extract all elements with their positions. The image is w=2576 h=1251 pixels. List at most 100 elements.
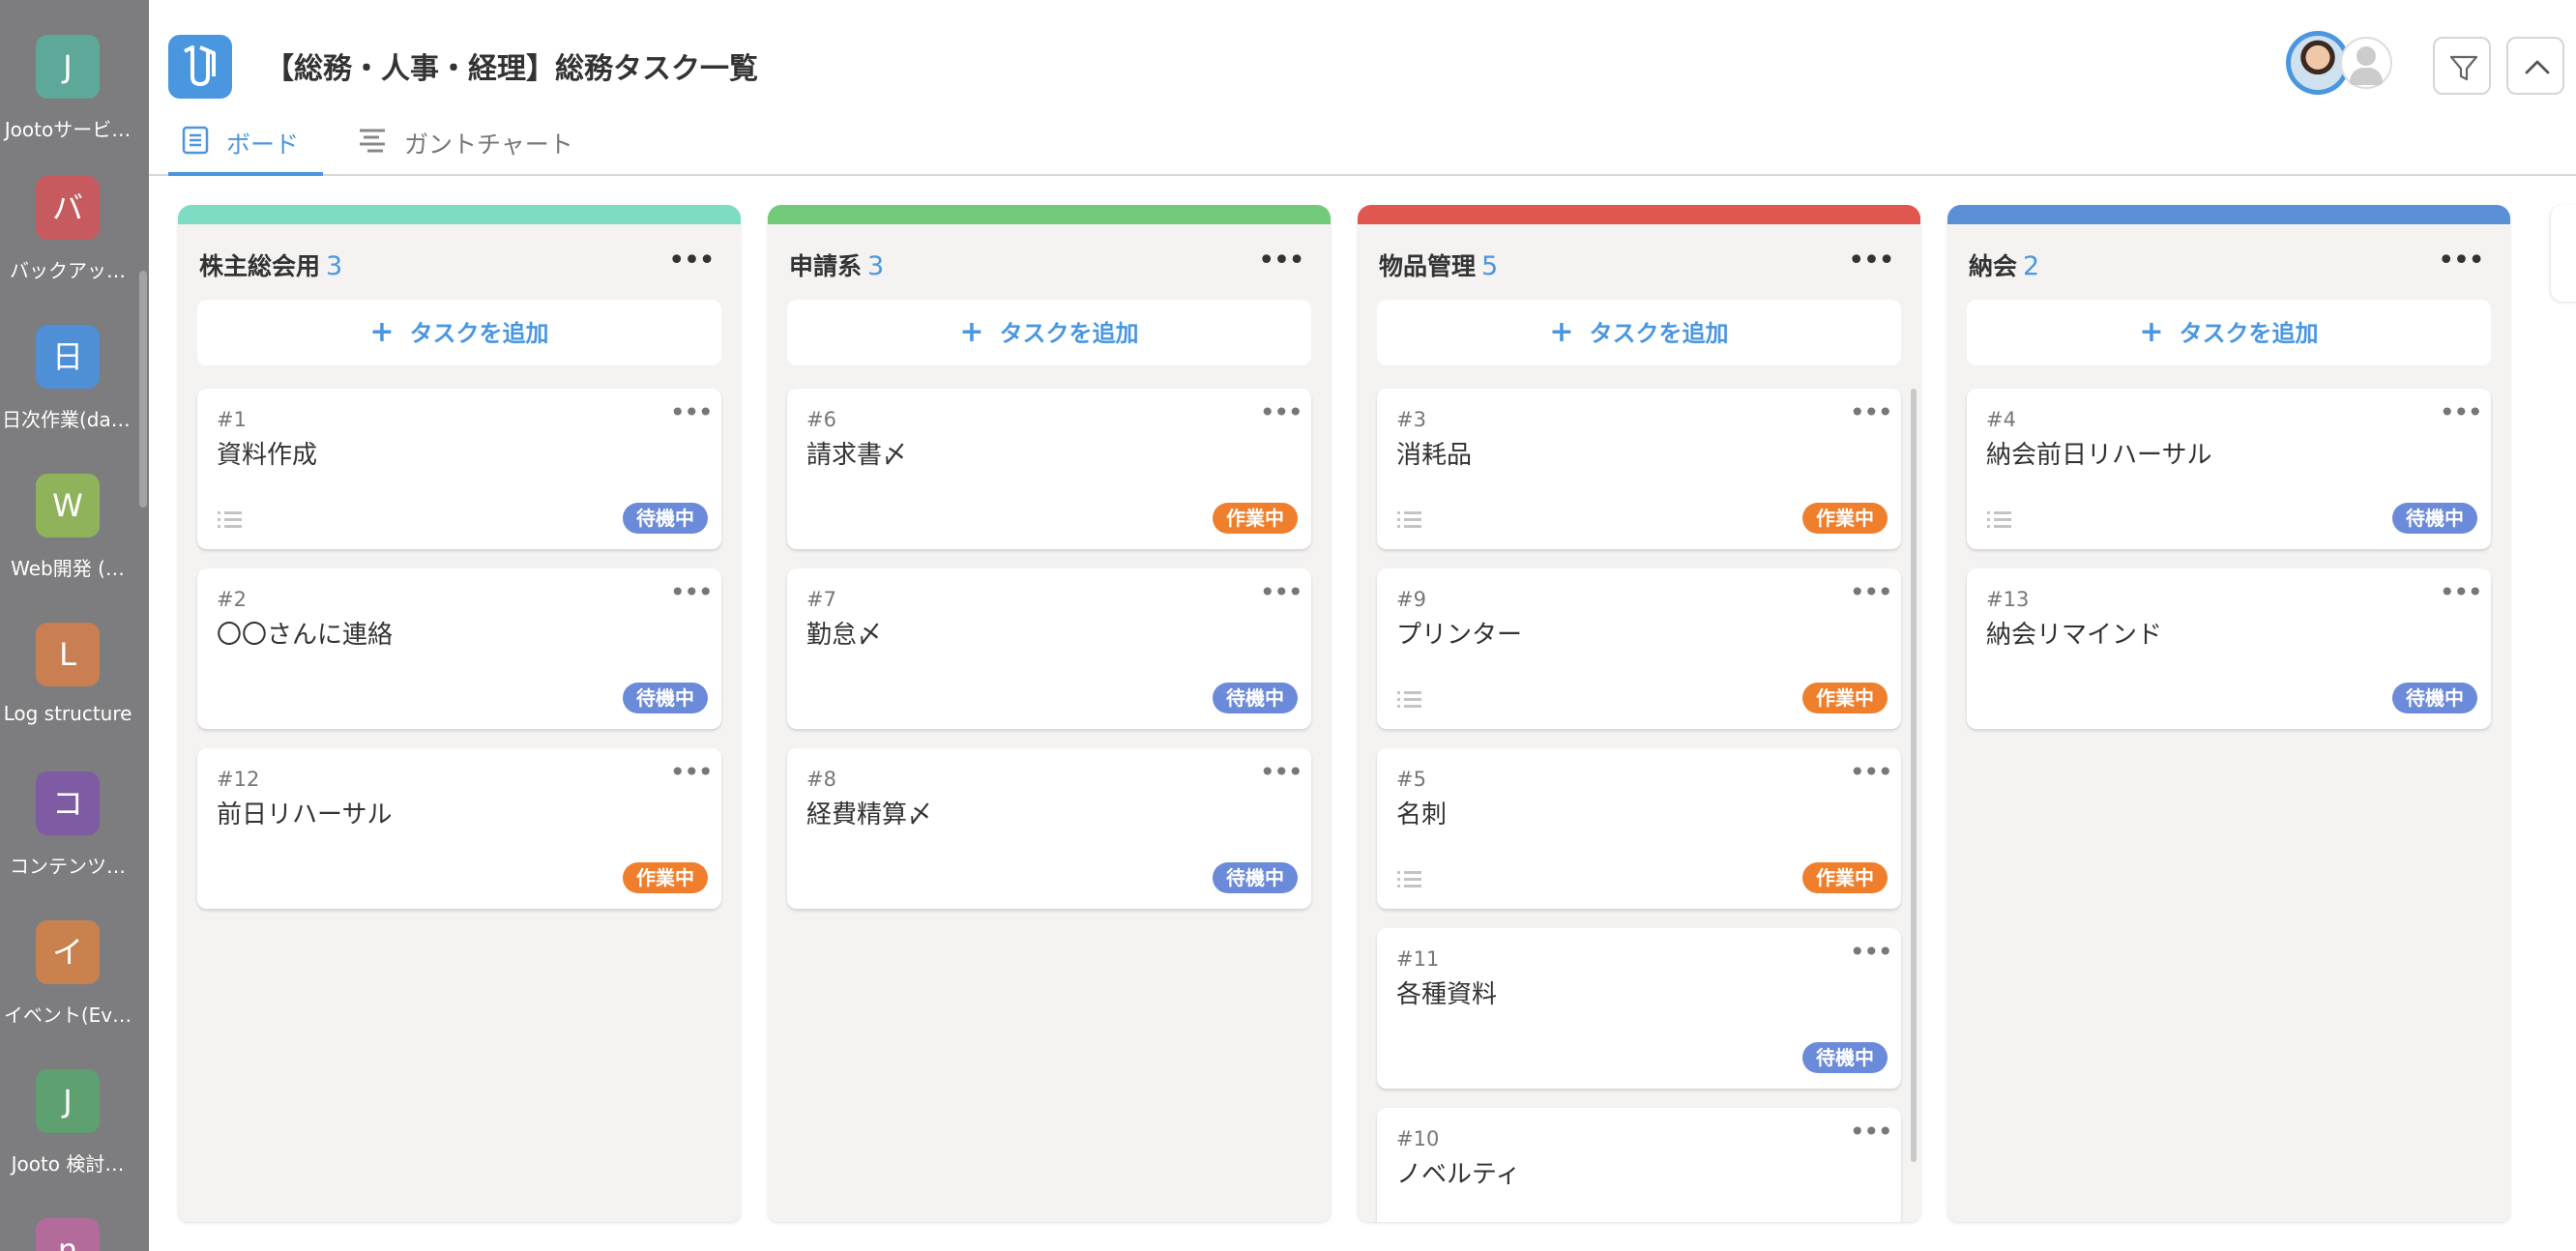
task-menu-icon[interactable]: ••• <box>1849 936 1893 968</box>
avatar-placeholder-icon[interactable] <box>2340 37 2392 89</box>
add-task-button[interactable]: + タスクを追加 <box>1967 300 2491 365</box>
task-menu-icon[interactable]: ••• <box>1849 1116 1893 1148</box>
project-avatar-icon: J <box>36 35 100 99</box>
status-badge[interactable]: 作業中 <box>1213 503 1298 534</box>
column-title[interactable]: 納会 2 <box>1969 247 2039 282</box>
project-avatar-icon: バ <box>36 176 100 240</box>
project-avatar-icon: L <box>36 623 100 686</box>
task-title: 経費精算〆 <box>806 800 933 829</box>
column-name: 申請系 <box>789 252 863 280</box>
task-card[interactable]: #2 〇〇さんに連絡 ••• 待機中 <box>197 568 721 729</box>
task-menu-icon[interactable]: ••• <box>1259 396 1303 428</box>
add-task-button[interactable]: + タスクを追加 <box>1377 300 1901 365</box>
status-badge[interactable]: 作業中 <box>1802 503 1888 534</box>
status-badge[interactable]: 待機中 <box>623 503 708 534</box>
task-number: #2 <box>217 588 247 611</box>
checklist-icon <box>217 509 244 536</box>
board-icon <box>182 126 209 160</box>
sidebar-item-label: コンテンツ… <box>10 855 126 878</box>
task-list-column: 納会 2 ••• + タスクを追加 #4 納会前日リハーサル ••• 待機中 #13 納会リマインド… <box>1947 205 2510 1222</box>
add-task-button[interactable]: + タスクを追加 <box>787 300 1311 365</box>
column-task-count: 3 <box>867 251 885 281</box>
checklist-icon <box>1396 688 1423 715</box>
card-list: #6 請求書〆 ••• 作業中 #7 勤怠〆 ••• 待機中 #8 経費精算〆 ••• 待機中 <box>787 389 1311 928</box>
column-menu-icon[interactable]: ••• <box>1258 247 1305 276</box>
column-menu-icon[interactable]: ••• <box>1848 247 1895 276</box>
card-list: #3 消耗品 ••• 作業中 #9 プリンター ••• 作業中 #5 名刺 ••• 作業中 #11 各種資… <box>1377 389 1901 1222</box>
status-badge[interactable]: 待機中 <box>2392 683 2477 713</box>
task-menu-icon[interactable]: ••• <box>669 756 714 788</box>
member-avatars[interactable] <box>2286 31 2402 95</box>
task-card[interactable]: #7 勤怠〆 ••• 待機中 <box>787 568 1311 729</box>
sidebar-scrollbar[interactable] <box>139 271 147 508</box>
filter-button[interactable] <box>2433 37 2491 95</box>
sidebar-item-label: バックアッ… <box>10 259 126 282</box>
task-menu-icon[interactable]: ••• <box>1849 576 1893 608</box>
task-menu-icon[interactable]: ••• <box>669 396 714 428</box>
task-menu-icon[interactable]: ••• <box>1259 756 1303 788</box>
add-list-stub[interactable] <box>2551 205 2576 302</box>
task-card[interactable]: #10 ノベルティ ••• <box>1377 1108 1901 1222</box>
status-badge[interactable]: 待機中 <box>623 683 708 713</box>
sidebar-project-item[interactable]: W Web開発 (… <box>0 474 135 581</box>
task-list-column: 申請系 3 ••• + タスクを追加 #6 請求書〆 ••• 作業中 #7 勤怠〆 ••• 待機中 #8 経… <box>768 205 1331 1222</box>
status-badge[interactable]: 待機中 <box>1213 683 1298 713</box>
task-card[interactable]: #12 前日リハーサル ••• 作業中 <box>197 748 721 909</box>
column-title[interactable]: 株主総会用 3 <box>199 247 342 282</box>
task-card[interactable]: #3 消耗品 ••• 作業中 <box>1377 389 1901 549</box>
status-badge[interactable]: 作業中 <box>623 862 708 893</box>
project-avatar-icon: コ <box>36 771 100 835</box>
tab-gantt[interactable]: ガントチャート <box>358 118 580 176</box>
task-card[interactable]: #11 各種資料 ••• 待機中 <box>1377 928 1901 1089</box>
plus-icon: + <box>959 315 984 349</box>
task-card[interactable]: #4 納会前日リハーサル ••• 待機中 <box>1967 389 2491 549</box>
task-menu-icon[interactable]: ••• <box>2439 396 2483 428</box>
task-menu-icon[interactable]: ••• <box>1849 756 1893 788</box>
column-scrollbar[interactable] <box>1911 389 1917 1162</box>
status-badge[interactable]: 待機中 <box>1213 862 1298 893</box>
task-card[interactable]: #1 資料作成 ••• 待機中 <box>197 389 721 549</box>
sidebar-project-item[interactable]: J Jooto 検討… <box>0 1069 135 1177</box>
sidebar-project-item[interactable]: ココンテンツ… <box>0 771 135 879</box>
sidebar-project-item[interactable]: ババックアッ… <box>0 176 135 283</box>
sidebar-project-item[interactable]: n <box>0 1218 135 1251</box>
sidebar-project-item[interactable]: イイベント(Ev… <box>0 920 135 1028</box>
task-card[interactable]: #8 経費精算〆 ••• 待機中 <box>787 748 1311 909</box>
gantt-icon <box>358 126 387 160</box>
project-sidebar: J Jootoサービ… ババックアッ… 日日次作業(dai… W Web開発 (… L Log… <box>0 0 149 1251</box>
task-number: #3 <box>1396 408 1426 431</box>
project-avatar-icon: 日 <box>36 325 100 389</box>
task-card[interactable]: #13 納会リマインド ••• 待機中 <box>1967 568 2491 729</box>
task-menu-icon[interactable]: ••• <box>1259 576 1303 608</box>
column-title[interactable]: 申請系 3 <box>789 247 884 282</box>
add-task-button[interactable]: + タスクを追加 <box>197 300 721 365</box>
sidebar-project-item[interactable]: 日日次作業(dai… <box>0 325 135 432</box>
status-badge[interactable]: 作業中 <box>1802 862 1888 893</box>
checklist-icon <box>1396 868 1423 895</box>
task-title: 前日リハーサル <box>217 800 393 829</box>
status-badge[interactable]: 待機中 <box>1802 1042 1888 1073</box>
task-menu-icon[interactable]: ••• <box>669 576 714 608</box>
sidebar-project-item[interactable]: J Jootoサービ… <box>0 35 135 142</box>
column-menu-icon[interactable]: ••• <box>668 247 716 276</box>
column-title[interactable]: 物品管理 5 <box>1379 247 1498 282</box>
status-badge[interactable]: 待機中 <box>2392 503 2477 534</box>
plus-icon: + <box>2139 315 2164 349</box>
collapse-header-button[interactable] <box>2506 37 2564 95</box>
sidebar-item-label: 日次作業(dai… <box>2 408 135 431</box>
add-task-label: タスクを追加 <box>409 320 549 347</box>
task-menu-icon[interactable]: ••• <box>2439 576 2483 608</box>
jooto-logo-icon[interactable] <box>168 35 232 99</box>
column-menu-icon[interactable]: ••• <box>2438 247 2485 276</box>
tab-board[interactable]: ボード <box>168 118 323 176</box>
sidebar-project-item[interactable]: L Log structure <box>0 623 135 725</box>
task-card[interactable]: #6 請求書〆 ••• 作業中 <box>787 389 1311 549</box>
sidebar-item-label: Jootoサービ… <box>4 118 132 141</box>
task-card[interactable]: #9 プリンター ••• 作業中 <box>1377 568 1901 729</box>
task-title: 各種資料 <box>1396 980 1498 1009</box>
task-card[interactable]: #5 名刺 ••• 作業中 <box>1377 748 1901 909</box>
column-task-count: 3 <box>326 251 343 281</box>
card-list: #1 資料作成 ••• 待機中 #2 〇〇さんに連絡 ••• 待機中 #12 前日リハーサル •••… <box>197 389 721 928</box>
task-menu-icon[interactable]: ••• <box>1849 396 1893 428</box>
status-badge[interactable]: 作業中 <box>1802 683 1888 713</box>
